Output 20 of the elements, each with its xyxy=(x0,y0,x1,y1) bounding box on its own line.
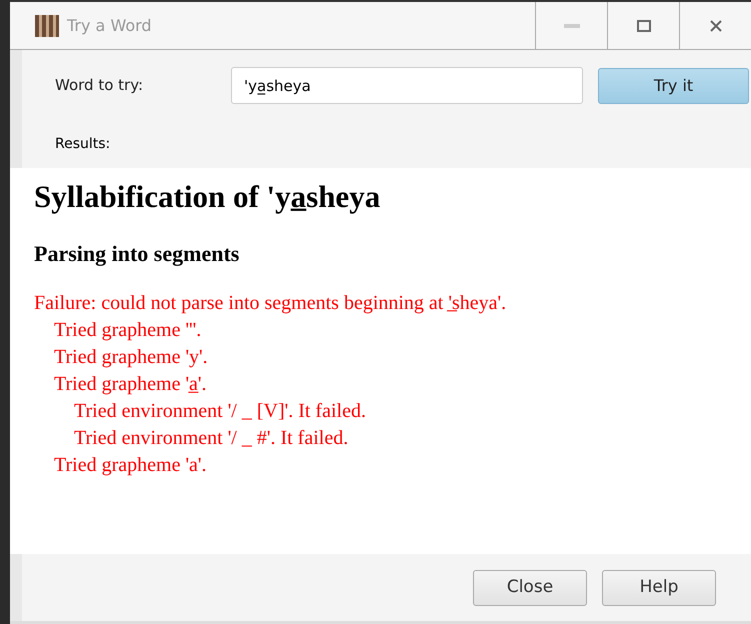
results-label: Results: xyxy=(54,135,112,154)
close-icon xyxy=(708,18,722,32)
minimize-icon xyxy=(564,24,580,28)
error-message: Tried grapheme '''. xyxy=(53,318,202,344)
error-message: Tried grapheme 'a'. xyxy=(53,453,208,478)
dialog-button[interactable]: Help xyxy=(602,570,716,606)
try-it-button[interactable]: Try it xyxy=(598,68,750,104)
error-message: Tried grapheme 'y'. xyxy=(53,345,209,370)
window-title: Try a Word xyxy=(67,14,153,36)
app-icon xyxy=(35,14,59,36)
dialog-button[interactable]: Close xyxy=(473,570,587,606)
maximize-icon xyxy=(636,20,650,32)
error-message: Tried environment '/ _ #'. It failed. xyxy=(73,426,350,452)
section-heading: Parsing into segments xyxy=(34,240,240,268)
word-label: Word to try: xyxy=(55,75,144,96)
word-input-field[interactable]: 'ya̲sheya xyxy=(231,67,584,104)
results-heading: Syllabification of 'ya̲sheya xyxy=(34,178,382,216)
error-message: Failure: could not parse into segments beginning at '̲sheya'. xyxy=(34,291,508,316)
error-message: Tried environment '/ _ [V]'. It failed. xyxy=(73,399,367,424)
error-message: Tried grapheme 'a̲'. xyxy=(53,372,208,398)
